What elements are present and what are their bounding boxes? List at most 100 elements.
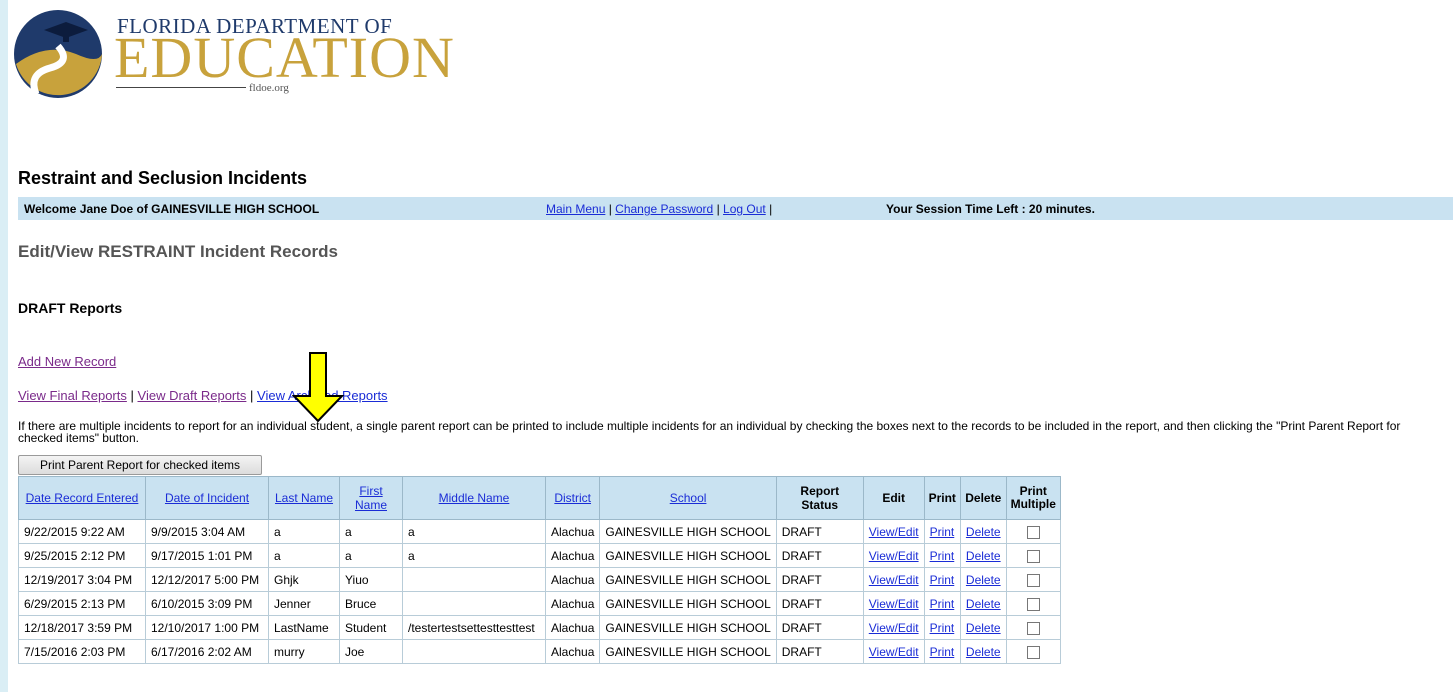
logo-line-2: EDUCATION (114, 25, 455, 90)
table-cell: 9/9/2015 3:04 AM (145, 519, 269, 544)
print-link[interactable]: Print (930, 621, 955, 635)
table-header-row: Date Record Entered Date of Incident Las… (18, 476, 1061, 520)
table-cell: a (402, 543, 546, 568)
print-link[interactable]: Print (930, 597, 955, 611)
welcome-bar: Welcome Jane Doe of GAINESVILLE HIGH SCH… (18, 197, 1453, 220)
table-cell: View/Edit (862, 543, 925, 568)
change-password-link[interactable]: Change Password (615, 202, 713, 216)
table-row: 12/18/2017 3:59 PM 12/10/2017 1:00 PM Last… (18, 615, 1061, 640)
table-cell: a (339, 543, 403, 568)
delete-link[interactable]: Delete (966, 621, 1001, 635)
view-final-reports-link[interactable]: View Final Reports (18, 388, 127, 403)
table-cell: GAINESVILLE HIGH SCHOOL (599, 639, 777, 664)
print-link[interactable]: Print (930, 525, 955, 539)
table-cell: murry (268, 639, 340, 664)
delete-link[interactable]: Delete (966, 645, 1001, 659)
table-cell: Student (339, 615, 403, 640)
view-draft-reports-link[interactable]: View Draft Reports (138, 388, 247, 403)
table-cell: DRAFT (775, 543, 864, 568)
sort-date-incident-link[interactable]: Date of Incident (165, 491, 249, 505)
main-menu-link[interactable]: Main Menu (546, 202, 605, 216)
page: FLORIDA DEPARTMENT OF EDUCATION fldoe.or… (8, 0, 1453, 692)
print-multiple-checkbox[interactable] (1026, 645, 1040, 659)
sort-date-entered-link[interactable]: Date Record Entered (26, 491, 139, 505)
delete-header: Delete (959, 476, 1007, 520)
print-link[interactable]: Print (930, 549, 955, 563)
print-multiple-cell (1005, 591, 1061, 616)
table-cell: Alachua (544, 567, 601, 592)
sort-district-link[interactable]: District (554, 491, 591, 505)
table-cell: DRAFT (775, 519, 864, 544)
delete-link[interactable]: Delete (966, 525, 1001, 539)
table-cell: 6/10/2015 3:09 PM (145, 591, 269, 616)
sort-school-link[interactable]: School (670, 491, 707, 505)
table-cell: /testertestsettesttesttest (402, 615, 546, 640)
view-edit-link[interactable]: View/Edit (869, 621, 919, 635)
table-cell: View/Edit (862, 567, 925, 592)
view-edit-link[interactable]: View/Edit (869, 525, 919, 539)
table-cell (402, 567, 546, 592)
view-edit-link[interactable]: View/Edit (869, 597, 919, 611)
table-cell: 12/18/2017 3:59 PM (18, 615, 146, 640)
table-cell: Print (923, 639, 961, 664)
table-row: 7/15/2016 2:03 PM 6/17/2016 2:02 AM murry J… (18, 639, 1061, 664)
table-cell: Print (923, 567, 961, 592)
print-multiple-cell (1005, 615, 1061, 640)
table-cell: GAINESVILLE HIGH SCHOOL (599, 591, 777, 616)
sort-first-name-link[interactable]: First Name (355, 484, 387, 512)
session-time: Your Session Time Left : 20 minutes. (886, 202, 1095, 216)
table-cell: View/Edit (862, 639, 925, 664)
view-edit-link[interactable]: View/Edit (869, 573, 919, 587)
table-cell: a (268, 543, 340, 568)
print-multiple-checkbox[interactable] (1026, 525, 1040, 539)
logo-url: fldoe.org (249, 82, 289, 94)
sort-last-name-link[interactable]: Last Name (275, 491, 333, 505)
delete-link[interactable]: Delete (966, 573, 1001, 587)
sort-middle-name-link[interactable]: Middle Name (439, 491, 510, 505)
table-cell: a (268, 519, 340, 544)
view-edit-link[interactable]: View/Edit (869, 549, 919, 563)
print-header: Print (923, 476, 961, 520)
table-cell: Delete (959, 639, 1007, 664)
print-multiple-cell (1005, 639, 1061, 664)
print-multiple-checkbox[interactable] (1026, 549, 1040, 563)
table-cell (402, 591, 546, 616)
print-link[interactable]: Print (930, 573, 955, 587)
table-cell: Alachua (544, 639, 601, 664)
print-multiple-header: Print Multiple (1005, 476, 1061, 520)
table-cell: Delete (959, 543, 1007, 568)
view-edit-link[interactable]: View/Edit (869, 645, 919, 659)
table-cell: Alachua (544, 591, 601, 616)
table-cell: DRAFT (775, 615, 864, 640)
table-cell: Jenner (268, 591, 340, 616)
table-cell: Alachua (544, 519, 601, 544)
table-cell: DRAFT (775, 591, 864, 616)
delete-link[interactable]: Delete (966, 597, 1001, 611)
table-cell: GAINESVILLE HIGH SCHOOL (599, 567, 777, 592)
print-link[interactable]: Print (930, 645, 955, 659)
page-title: Restraint and Seclusion Incidents (18, 168, 308, 188)
table-row: 9/22/2015 9:22 AM 9/9/2015 3:04 AM a a a Alac… (18, 519, 1061, 544)
table-cell: a (339, 519, 403, 544)
delete-link[interactable]: Delete (966, 549, 1001, 563)
table-cell: View/Edit (862, 615, 925, 640)
section-title: Edit/View RESTRAINT Incident Records (18, 242, 338, 261)
table-row: 6/29/2015 2:13 PM 6/10/2015 3:09 PM Jenner… (18, 591, 1061, 616)
edit-header: Edit (862, 476, 925, 520)
print-multiple-checkbox[interactable] (1026, 573, 1040, 587)
table-cell: 12/10/2017 1:00 PM (145, 615, 269, 640)
draft-reports-title: DRAFT Reports (18, 300, 123, 316)
table-cell: Print (923, 615, 961, 640)
table-cell: Delete (959, 519, 1007, 544)
table-cell: GAINESVILLE HIGH SCHOOL (599, 543, 777, 568)
log-out-link[interactable]: Log Out (723, 202, 766, 216)
add-new-record-link[interactable]: Add New Record (18, 354, 116, 369)
print-parent-report-button[interactable]: Print Parent Report for checked items (18, 455, 262, 475)
table-cell: 9/17/2015 1:01 PM (145, 543, 269, 568)
table-cell: Delete (959, 615, 1007, 640)
table-cell: 6/17/2016 2:02 AM (145, 639, 269, 664)
print-multiple-checkbox[interactable] (1026, 621, 1040, 635)
print-multiple-checkbox[interactable] (1026, 597, 1040, 611)
fldoe-logo[interactable]: FLORIDA DEPARTMENT OF EDUCATION fldoe.or… (6, 2, 454, 102)
table-cell: 9/25/2015 2:12 PM (18, 543, 146, 568)
